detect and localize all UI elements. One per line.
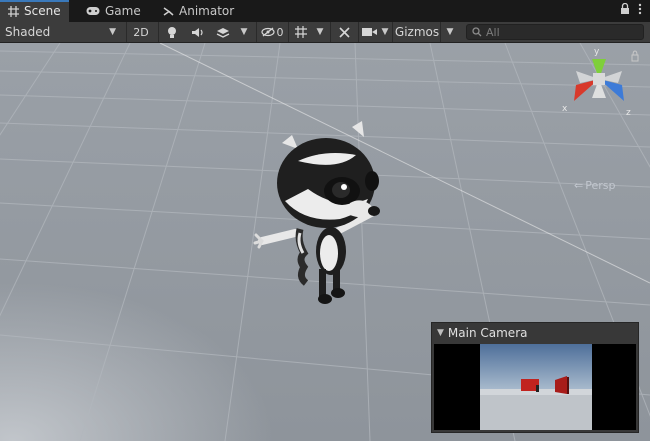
grid-toggle[interactable]: [288, 22, 313, 42]
lightbulb-icon: [168, 26, 176, 38]
chevron-down-icon: ▼: [316, 27, 324, 37]
toggle-2d-label: 2D: [133, 25, 149, 39]
tab-animator-label: Animator: [179, 4, 235, 18]
gizmos-dropdown[interactable]: ▼: [440, 22, 459, 42]
projection-toggle[interactable]: ⇐ Persp: [574, 179, 615, 192]
chevron-down-icon: ▼: [381, 27, 389, 37]
axis-x-label: x: [562, 104, 568, 114]
camera-settings-dropdown[interactable]: ▼: [378, 22, 392, 42]
gamepad-icon: [86, 7, 100, 15]
orientation-gizmo[interactable]: y x z: [562, 47, 644, 125]
lighting-toggle[interactable]: [158, 22, 185, 42]
animator-icon: [163, 6, 174, 16]
draw-mode-dropdown[interactable]: Shaded ▼: [0, 22, 122, 42]
chevron-down-icon: ▼: [240, 27, 248, 37]
camera-preview-render: [480, 344, 592, 430]
tab-game-label: Game: [105, 4, 141, 18]
grid-dropdown[interactable]: ▼: [312, 22, 328, 42]
video-camera-icon: [361, 28, 377, 36]
search-input[interactable]: [486, 25, 636, 39]
camera-preview-view: [434, 344, 636, 430]
scene-search[interactable]: [466, 24, 644, 40]
arrow-left-icon: ⇐: [574, 179, 584, 192]
more-options-icon[interactable]: [638, 3, 642, 15]
tools-button[interactable]: [330, 22, 357, 42]
tab-game[interactable]: Game: [78, 0, 149, 22]
audio-toggle[interactable]: [184, 22, 210, 42]
axis-gizmo-icon: [574, 50, 639, 101]
effects-toggle[interactable]: [210, 22, 236, 42]
tools-icon: [338, 26, 350, 38]
draw-mode-label: Shaded: [5, 25, 51, 39]
tab-scene[interactable]: Scene: [0, 0, 69, 22]
axis-y-label: y: [594, 47, 600, 57]
scene-visibility-toggle[interactable]: 0: [256, 22, 287, 42]
tab-animator[interactable]: Animator: [155, 0, 242, 22]
camera-preview-title: Main Camera: [447, 326, 528, 340]
search-icon: [472, 27, 482, 37]
grid-icon: [8, 5, 19, 17]
hidden-eye-icon: [260, 27, 275, 37]
grid-snap-icon: [295, 26, 307, 38]
collapse-triangle-icon: ▼: [437, 328, 444, 338]
toggle-2d-button[interactable]: 2D: [126, 22, 155, 42]
projection-label: Persp: [585, 179, 616, 192]
lock-icon[interactable]: [620, 3, 630, 15]
layers-icon: [216, 28, 230, 38]
effects-dropdown[interactable]: ▼: [236, 22, 252, 42]
speaker-icon: [191, 27, 203, 37]
axis-z-label: z: [626, 108, 631, 118]
scene-toolbar: Shaded ▼ 2D ▼ 0 ▼ ▼ Gizmos ▼: [0, 22, 650, 43]
camera-preview-header[interactable]: ▼ Main Camera: [432, 323, 638, 343]
chevron-down-icon: ▼: [109, 27, 116, 37]
camera-preview-panel[interactable]: ▼ Main Camera: [431, 322, 639, 433]
gizmos-button[interactable]: Gizmos: [392, 22, 441, 42]
gizmos-label: Gizmos: [394, 25, 440, 39]
hidden-count: 0: [276, 25, 284, 39]
tab-scene-label: Scene: [24, 4, 61, 18]
scene-viewport[interactable]: y x z ⇐ Persp ▼ Main Camera: [0, 43, 650, 441]
camera-settings-button[interactable]: [358, 22, 379, 42]
chevron-down-icon: ▼: [446, 27, 454, 37]
window-tab-bar: Scene Game Animator: [0, 0, 650, 23]
